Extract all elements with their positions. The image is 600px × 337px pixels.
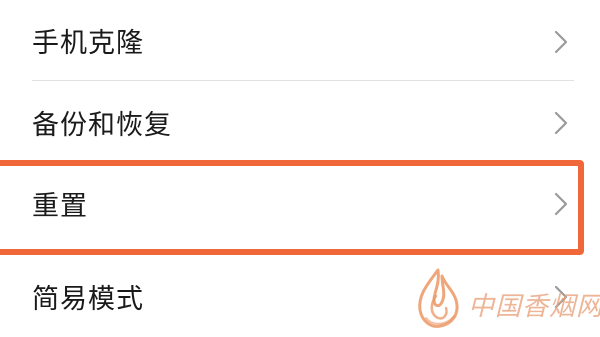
divider [32, 80, 574, 81]
settings-item-label: 简易模式 [32, 284, 144, 315]
settings-item-reset[interactable]: 重置 [0, 165, 600, 247]
settings-screen: 手机克隆 备份和恢复 重置 简易模式 中国香烟网 [0, 0, 600, 337]
settings-item-label: 手机克隆 [32, 28, 144, 59]
chevron-right-icon [554, 285, 568, 309]
chevron-right-icon [554, 111, 568, 135]
settings-item-backup-restore[interactable]: 备份和恢复 [0, 82, 600, 164]
settings-item-phone-clone[interactable]: 手机克隆 [0, 0, 600, 82]
settings-item-label: 重置 [32, 191, 88, 222]
divider [32, 163, 574, 164]
settings-item-simple-mode[interactable]: 简易模式 [0, 258, 600, 337]
chevron-right-icon [554, 30, 568, 54]
settings-item-label: 备份和恢复 [32, 110, 172, 141]
chevron-right-icon [554, 192, 568, 216]
